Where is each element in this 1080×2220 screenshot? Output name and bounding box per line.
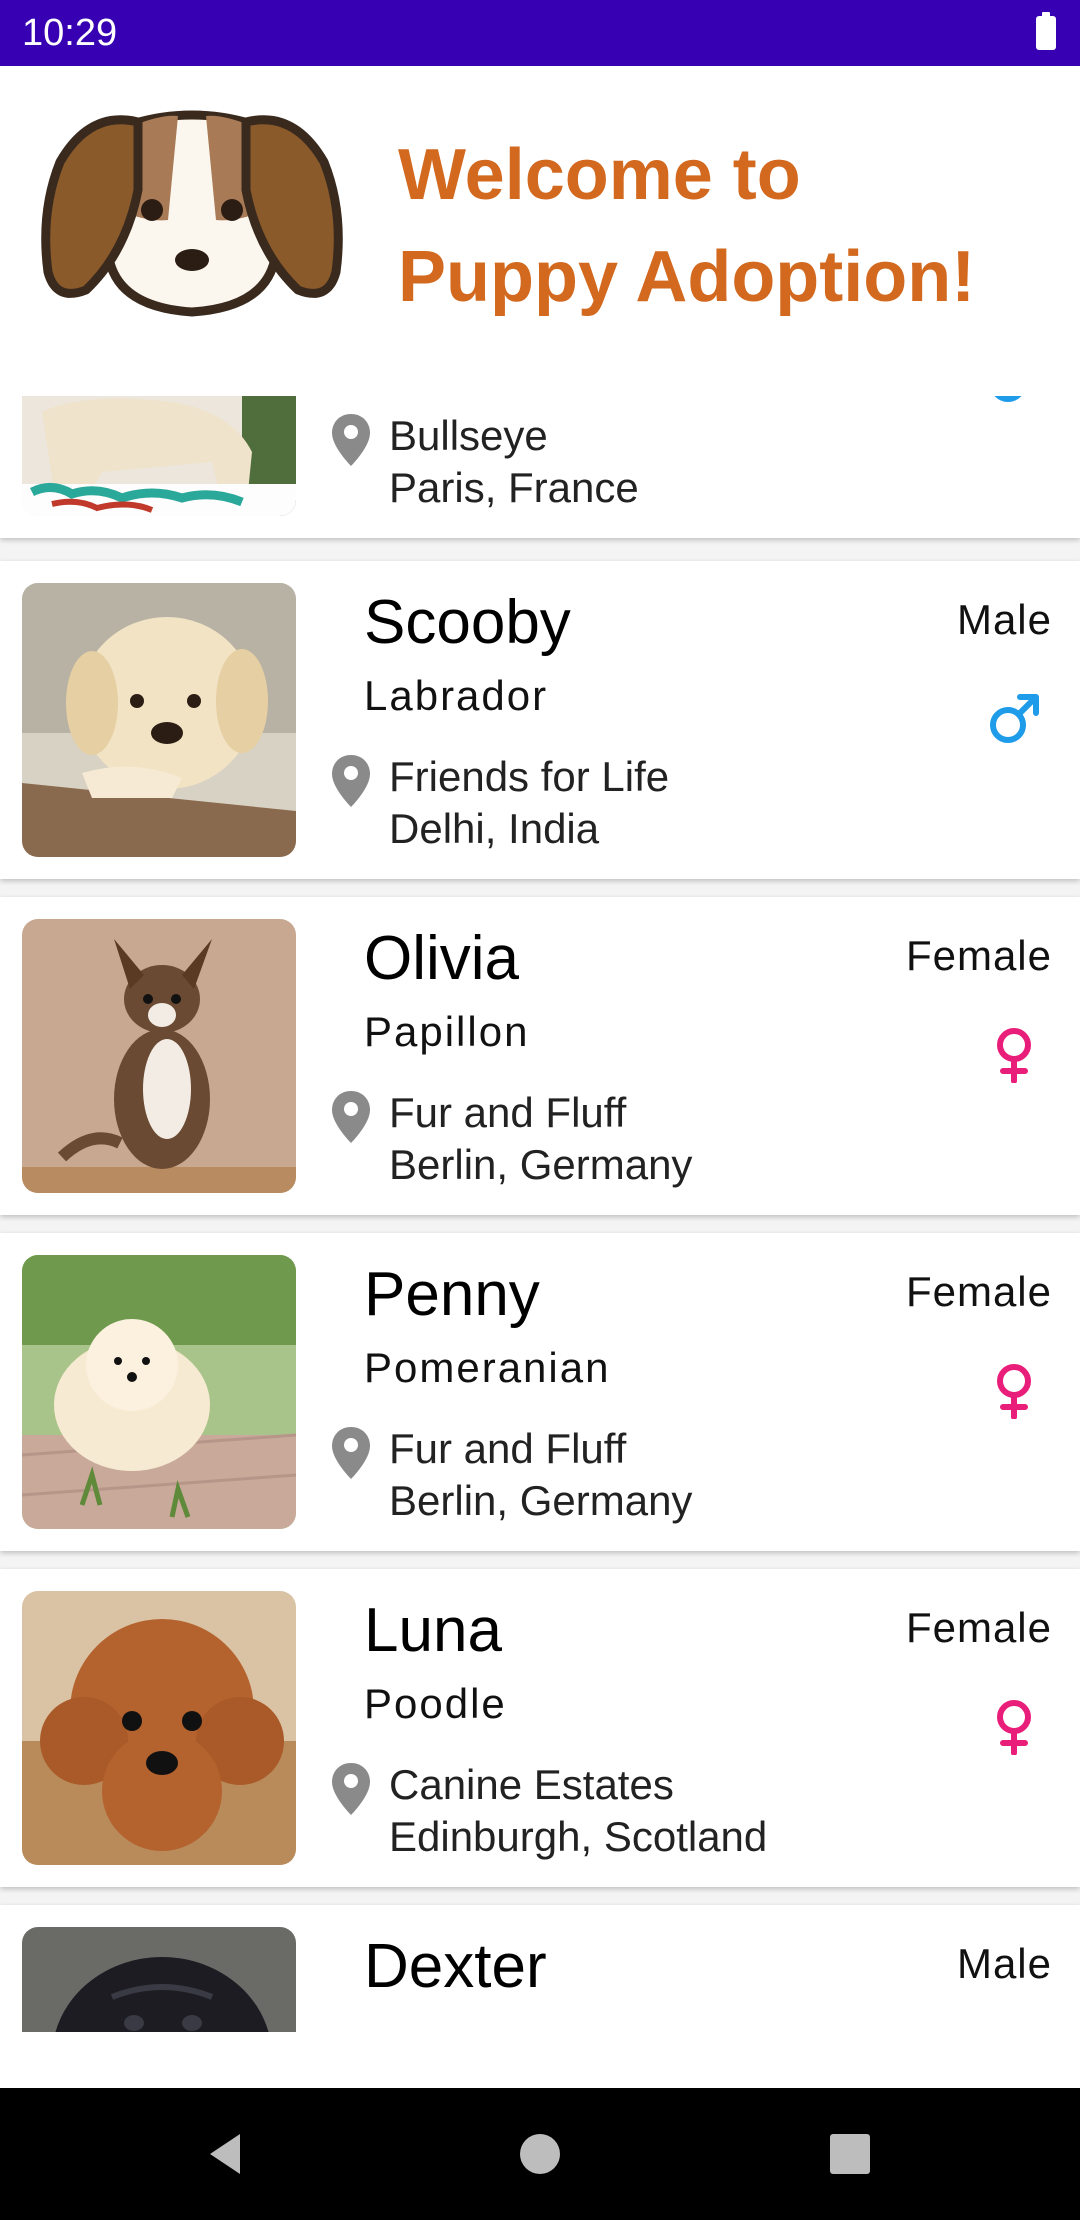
puppy-gender: Female bbox=[905, 1604, 1052, 1651]
shelter-city: Berlin, Germany bbox=[389, 1477, 693, 1524]
status-time: 10:29 bbox=[22, 12, 118, 54]
female-icon bbox=[997, 1364, 1031, 1419]
welcome-title-line1: Welcome to bbox=[398, 135, 801, 215]
home-circle-icon[interactable] bbox=[510, 2124, 570, 2184]
puppy-card[interactable]: Dexter Male bbox=[0, 1905, 1080, 2032]
puppy-breed: Papillon bbox=[364, 1008, 530, 1055]
shelter-name: Canine Estates bbox=[389, 1761, 674, 1808]
puppy-name: Olivia bbox=[364, 924, 520, 993]
puppy-name: Scooby bbox=[364, 588, 571, 657]
puppy-gender: Female bbox=[905, 932, 1052, 979]
shelter-city: Berlin, Germany bbox=[389, 1141, 693, 1188]
location-pin-icon bbox=[332, 1091, 370, 1143]
male-icon bbox=[990, 694, 1039, 743]
welcome-title-line2: Puppy Adoption! bbox=[398, 237, 976, 317]
puppy-photo bbox=[22, 919, 296, 1193]
welcome-title: Welcome to Puppy Adoption! bbox=[398, 124, 1078, 328]
puppy-photo bbox=[22, 1255, 296, 1529]
puppy-card[interactable]: Penny Pomeranian Fur and Fluff Berlin, G… bbox=[0, 1233, 1080, 1551]
status-bar: 10:29 bbox=[0, 0, 1080, 66]
puppy-card[interactable]: Bullseye Paris, France bbox=[0, 396, 1080, 538]
puppy-breed: Pomeranian bbox=[364, 1344, 611, 1391]
puppy-name: Dexter bbox=[364, 1932, 547, 2001]
system-navigation-bar bbox=[0, 2088, 1080, 2220]
puppy-photo bbox=[22, 583, 296, 857]
puppy-photo bbox=[22, 396, 296, 516]
shelter-city: Edinburgh, Scotland bbox=[389, 1813, 768, 1860]
back-triangle-icon[interactable] bbox=[196, 2124, 256, 2184]
female-icon bbox=[997, 1700, 1031, 1755]
puppy-breed: Labrador bbox=[364, 672, 549, 719]
location-pin-icon bbox=[332, 755, 370, 807]
puppy-gender: Male bbox=[956, 1940, 1052, 1987]
puppy-card[interactable]: Luna Poodle Canine Estates Edinburgh, Sc… bbox=[0, 1569, 1080, 1887]
battery-icon bbox=[1036, 12, 1056, 50]
male-icon bbox=[994, 396, 1022, 402]
location-pin-icon bbox=[332, 414, 370, 466]
puppy-card[interactable]: Scooby Labrador Friends for Life Delhi, … bbox=[0, 561, 1080, 879]
puppy-photo bbox=[22, 1591, 296, 1865]
location-pin-icon bbox=[332, 1427, 370, 1479]
puppy-face-icon bbox=[41, 110, 343, 317]
shelter-city: Delhi, India bbox=[389, 805, 600, 852]
recents-square-icon[interactable] bbox=[820, 2124, 880, 2184]
shelter-city: Paris, France bbox=[389, 464, 639, 511]
puppy-gender: Male bbox=[956, 596, 1052, 643]
puppy-breed: Poodle bbox=[364, 1680, 507, 1727]
app-header: Welcome to Puppy Adoption! bbox=[0, 66, 1080, 396]
puppy-photo bbox=[22, 1927, 296, 2032]
puppy-list[interactable]: Bullseye Paris, France Scooby Labrador F… bbox=[0, 396, 1080, 2032]
puppy-name: Penny bbox=[364, 1260, 540, 1329]
shelter-name: Friends for Life bbox=[389, 753, 670, 800]
puppy-card[interactable]: Olivia Papillon Fur and Fluff Berlin, Ge… bbox=[0, 897, 1080, 1215]
location-pin-icon bbox=[332, 1763, 370, 1815]
puppy-gender: Female bbox=[905, 1268, 1052, 1315]
shelter-name: Fur and Fluff bbox=[389, 1089, 627, 1136]
female-icon bbox=[997, 1028, 1031, 1083]
shelter-name: Fur and Fluff bbox=[389, 1425, 627, 1472]
shelter-name: Bullseye bbox=[389, 412, 548, 459]
puppy-name: Luna bbox=[364, 1596, 502, 1665]
